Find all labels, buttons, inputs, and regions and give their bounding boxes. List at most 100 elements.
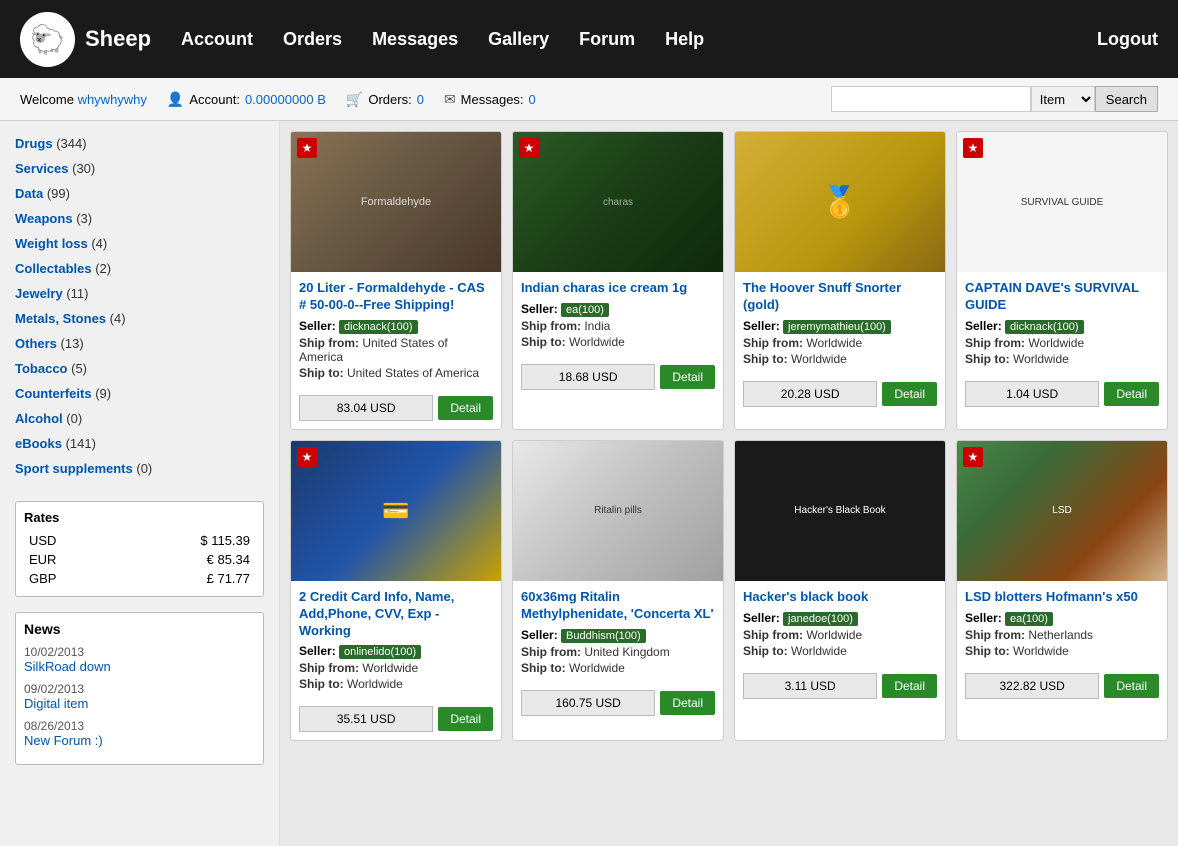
news-item: 10/02/2013 SilkRoad down <box>24 645 255 674</box>
product-footer: 35.51 USD Detail <box>291 701 501 740</box>
main-container: Drugs (344)Services (30)Data (99)Weapons… <box>0 121 1178 846</box>
sidebar-category-counterfeits[interactable]: Counterfeits (9) <box>15 381 264 406</box>
product-title[interactable]: CAPTAIN DAVE's SURVIVAL GUIDE <box>965 280 1159 314</box>
category-list: Drugs (344)Services (30)Data (99)Weapons… <box>15 131 264 481</box>
nav-account[interactable]: Account <box>181 29 253 50</box>
product-info: Indian charas ice cream 1g Seller: ea(10… <box>513 272 723 359</box>
product-title[interactable]: LSD blotters Hofmann's x50 <box>965 589 1159 606</box>
detail-button[interactable]: Detail <box>660 691 715 715</box>
news-box: News 10/02/2013 SilkRoad down 09/02/2013… <box>15 612 264 765</box>
product-image: Formaldehyde <box>291 132 501 272</box>
product-seller: Seller: jeremymathieu(100) <box>743 319 937 333</box>
product-ship-from: Ship from: Worldwide <box>743 336 937 350</box>
product-image: Ritalin pills <box>513 441 723 581</box>
messages-info: ✉ Messages: 0 <box>444 91 536 108</box>
detail-button[interactable]: Detail <box>882 382 937 406</box>
nav-messages[interactable]: Messages <box>372 29 458 50</box>
logout-button[interactable]: Logout <box>1097 29 1158 50</box>
product-image: 💳 <box>291 441 501 581</box>
product-title[interactable]: 60x36mg Ritalin Methylphenidate, 'Concer… <box>521 589 715 623</box>
sidebar-category-jewelry[interactable]: Jewelry (11) <box>15 281 264 306</box>
subheader: Welcome whywhywhy 👤 Account: 0.00000000 … <box>0 78 1178 121</box>
product-seller: Seller: dicknack(100) <box>965 319 1159 333</box>
product-image: 🥇 <box>735 132 945 272</box>
product-card-p1: ★ Formaldehyde 20 Liter - Formaldehyde -… <box>290 131 502 430</box>
price-button[interactable]: 160.75 USD <box>521 690 655 716</box>
detail-button[interactable]: Detail <box>660 365 715 389</box>
price-button[interactable]: 1.04 USD <box>965 381 1099 407</box>
nav-help[interactable]: Help <box>665 29 704 50</box>
nav-gallery[interactable]: Gallery <box>488 29 549 50</box>
product-title[interactable]: Hacker's black book <box>743 589 937 606</box>
product-seller: Seller: dicknack(100) <box>299 319 493 333</box>
messages-count[interactable]: 0 <box>529 92 536 107</box>
product-title[interactable]: Indian charas ice cream 1g <box>521 280 715 297</box>
price-button[interactable]: 322.82 USD <box>965 673 1099 699</box>
product-title[interactable]: 2 Credit Card Info, Name, Add,Phone, CVV… <box>299 589 493 640</box>
search-input[interactable] <box>831 86 1031 112</box>
product-info: The Hoover Snuff Snorter (gold) Seller: … <box>735 272 945 376</box>
product-ship-to: Ship to: Worldwide <box>521 335 715 349</box>
nav-forum[interactable]: Forum <box>579 29 635 50</box>
seller-badge: dicknack(100) <box>339 320 417 334</box>
sidebar-category-sport-supplements[interactable]: Sport supplements (0) <box>15 456 264 481</box>
sidebar-category-collectables[interactable]: Collectables (2) <box>15 256 264 281</box>
price-button[interactable]: 83.04 USD <box>299 395 433 421</box>
sidebar-category-others[interactable]: Others (13) <box>15 331 264 356</box>
site-title: Sheep <box>85 26 151 52</box>
price-button[interactable]: 20.28 USD <box>743 381 877 407</box>
sidebar-category-metals,-stones[interactable]: Metals, Stones (4) <box>15 306 264 331</box>
product-ship-to: Ship to: Worldwide <box>743 644 937 658</box>
username-link[interactable]: whywhywhy <box>78 92 147 107</box>
product-title[interactable]: 20 Liter - Formaldehyde - CAS # 50-00-0-… <box>299 280 493 314</box>
products-grid: ★ Formaldehyde 20 Liter - Formaldehyde -… <box>290 131 1168 741</box>
search-type-select[interactable]: Item Seller <box>1031 86 1095 112</box>
price-button[interactable]: 3.11 USD <box>743 673 877 699</box>
product-seller: Seller: janedoe(100) <box>743 611 937 625</box>
account-icon: 👤 <box>167 91 184 108</box>
detail-button[interactable]: Detail <box>438 396 493 420</box>
featured-star: ★ <box>297 138 317 158</box>
news-date: 08/26/2013 <box>24 719 255 733</box>
search-button[interactable]: Search <box>1095 86 1158 112</box>
price-button[interactable]: 35.51 USD <box>299 706 433 732</box>
product-ship-to: Ship to: Worldwide <box>965 644 1159 658</box>
news-link[interactable]: Digital item <box>24 696 255 711</box>
sidebar-category-services[interactable]: Services (30) <box>15 156 264 181</box>
product-info: 60x36mg Ritalin Methylphenidate, 'Concer… <box>513 581 723 685</box>
sidebar-category-ebooks[interactable]: eBooks (141) <box>15 431 264 456</box>
product-info: 2 Credit Card Info, Name, Add,Phone, CVV… <box>291 581 501 702</box>
rates-box: Rates USD$ 115.39EUR€ 85.34GBP£ 71.77 <box>15 501 264 597</box>
messages-label: Messages: <box>461 92 524 107</box>
product-footer: 322.82 USD Detail <box>957 668 1167 707</box>
detail-button[interactable]: Detail <box>438 707 493 731</box>
product-footer: 1.04 USD Detail <box>957 376 1167 415</box>
product-ship-from: Ship from: United States of America <box>299 336 493 364</box>
price-button[interactable]: 18.68 USD <box>521 364 655 390</box>
detail-button[interactable]: Detail <box>1104 674 1159 698</box>
orders-info: 🛒 Orders: 0 <box>346 91 424 108</box>
news-list: 10/02/2013 SilkRoad down 09/02/2013 Digi… <box>24 645 255 748</box>
main-nav: Account Orders Messages Gallery Forum He… <box>181 29 1097 50</box>
sidebar-category-data[interactable]: Data (99) <box>15 181 264 206</box>
detail-button[interactable]: Detail <box>882 674 937 698</box>
news-link[interactable]: SilkRoad down <box>24 659 255 674</box>
orders-count[interactable]: 0 <box>417 92 424 107</box>
sidebar-category-tobacco[interactable]: Tobacco (5) <box>15 356 264 381</box>
sidebar-category-alcohol[interactable]: Alcohol (0) <box>15 406 264 431</box>
detail-button[interactable]: Detail <box>1104 382 1159 406</box>
nav-orders[interactable]: Orders <box>283 29 342 50</box>
featured-star: ★ <box>297 447 317 467</box>
news-title: News <box>24 621 255 637</box>
sidebar-category-drugs[interactable]: Drugs (344) <box>15 131 264 156</box>
sidebar-category-weapons[interactable]: Weapons (3) <box>15 206 264 231</box>
sidebar-category-weight-loss[interactable]: Weight loss (4) <box>15 231 264 256</box>
product-title[interactable]: The Hoover Snuff Snorter (gold) <box>743 280 937 314</box>
news-link[interactable]: New Forum :) <box>24 733 255 748</box>
product-ship-from: Ship from: United Kingdom <box>521 645 715 659</box>
product-card-p7: Hacker's Black Book Hacker's black book … <box>734 440 946 742</box>
product-image: Hacker's Black Book <box>735 441 945 581</box>
account-balance[interactable]: 0.00000000 B <box>245 92 326 107</box>
mail-icon: ✉ <box>444 91 456 108</box>
account-info: 👤 Account: 0.00000000 B <box>167 91 326 108</box>
